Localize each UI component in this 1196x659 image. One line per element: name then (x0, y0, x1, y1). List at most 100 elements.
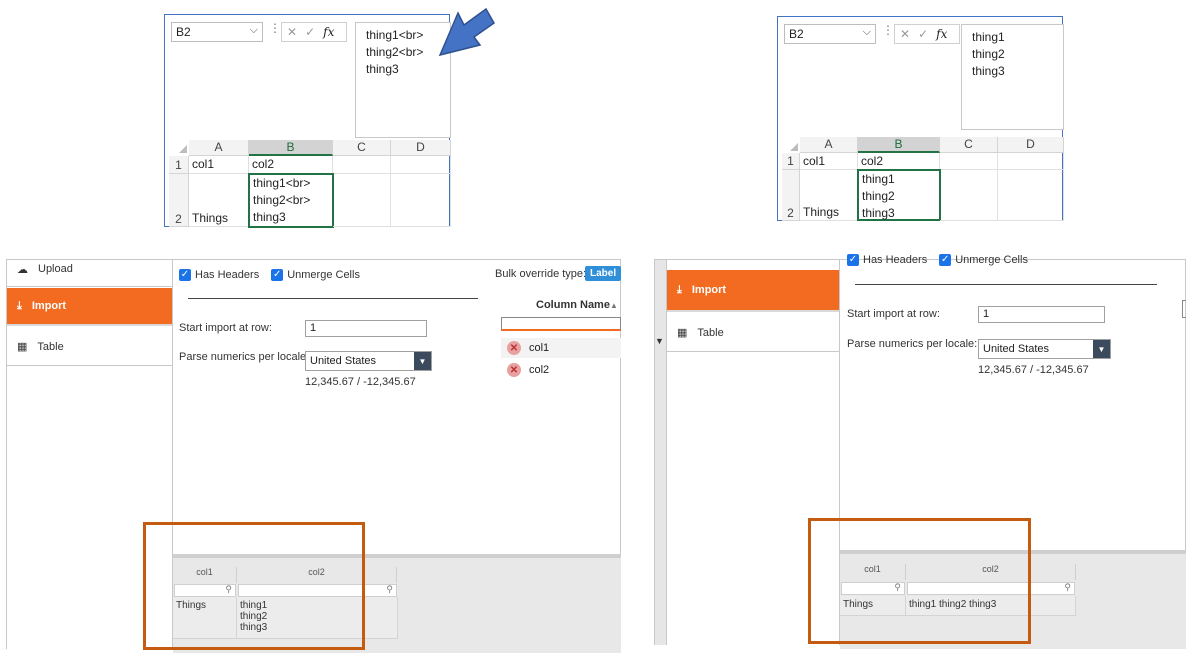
formula-line: thing1<br> (366, 28, 424, 42)
options-row: ✓ Has Headers ✓ Unmerge Cells (847, 254, 1028, 266)
row-header-1[interactable]: 1 (782, 153, 800, 170)
column-header-d[interactable]: D (998, 137, 1064, 153)
column-list-label: col1 (529, 342, 550, 354)
cell-d1[interactable] (998, 153, 1064, 170)
column-list-item[interactable]: ✕ col1 (501, 338, 621, 358)
column-header-b[interactable]: B (858, 137, 940, 153)
chevron-down-icon[interactable]: ▼ (414, 352, 431, 370)
chevron-down-icon[interactable]: ⌵ (250, 24, 258, 37)
import-icon: ⤓ (17, 299, 22, 312)
sidebar-item-upload[interactable]: ☁ Upload (7, 252, 172, 287)
cell-c1[interactable] (940, 153, 998, 170)
check-icon: ✓ (179, 269, 191, 281)
cell-d1[interactable] (391, 156, 451, 174)
cell-c1[interactable] (333, 156, 391, 174)
cell-a1[interactable]: col1 (800, 153, 858, 170)
collapse-arrow-icon[interactable]: ▼ (655, 336, 664, 346)
enter-icon[interactable]: ✓ (918, 27, 928, 41)
column-list-item[interactable]: ✕ col2 (501, 360, 621, 380)
locale-select[interactable]: United States ▼ (978, 339, 1111, 359)
sidebar-item-table[interactable]: ▦ Table (7, 328, 172, 366)
chevron-down-icon[interactable]: ⌵ (863, 26, 871, 39)
enter-icon[interactable]: ✓ (305, 25, 315, 39)
cell-a2[interactable]: Things (800, 170, 858, 221)
select-all-corner[interactable] (179, 145, 187, 153)
sidebar-item-label: Import (31, 300, 67, 312)
has-headers-checkbox[interactable]: ✓ Has Headers (847, 254, 927, 266)
start-row-label: Start import at row: (847, 308, 940, 320)
check-icon: ✓ (271, 269, 284, 281)
start-row-input[interactable]: 1 (978, 306, 1105, 323)
has-headers-label: Has Headers (863, 254, 928, 266)
cell-line: thing2<br> (253, 193, 311, 207)
locale-label: Parse numerics per locale: (179, 351, 310, 363)
unmerge-cells-label: Unmerge Cells (955, 254, 1028, 266)
window-right-edge (1182, 300, 1186, 318)
check-icon: ✓ (939, 254, 952, 266)
formula-line: thing3 (366, 62, 399, 76)
cell-b1[interactable]: col2 (858, 153, 940, 170)
column-header-c[interactable]: C (940, 137, 998, 153)
column-header-d[interactable]: D (391, 140, 451, 156)
sort-up-icon[interactable]: ▲ (610, 301, 618, 310)
cell-line: thing1<br> (253, 176, 311, 190)
formula-buttons: ✕ ✓ fx (281, 22, 347, 42)
right-excel-window: B2 ⌵ ⋮ ✕ ✓ fx thing1 thing2 thing3 A B C… (777, 16, 1064, 221)
cancel-icon[interactable]: ✕ (287, 25, 297, 39)
cell-c2[interactable] (940, 170, 998, 221)
cell-c2[interactable] (333, 174, 391, 227)
sidebar-item-import[interactable]: ⤓ Import (667, 270, 839, 312)
cell-d2[interactable] (998, 170, 1064, 221)
cell-b2[interactable]: thing1 thing2 thing3 (857, 169, 941, 221)
chevron-down-icon[interactable]: ▼ (1093, 340, 1110, 358)
locale-label: Parse numerics per locale: (847, 338, 978, 350)
cell-b2[interactable]: thing1<br> thing2<br> thing3 (248, 173, 334, 228)
column-name-header[interactable]: Column Name▲ (536, 299, 618, 311)
has-headers-checkbox[interactable]: ✓ Has Headers (179, 269, 259, 281)
cell-d2[interactable] (391, 174, 451, 227)
column-header-b[interactable]: B (249, 140, 333, 156)
left-excel-window: B2 ⌵ ⋮ ✕ ✓ fx thing1<br> thing2<br> thin… (164, 14, 451, 228)
select-all-corner[interactable] (790, 143, 798, 151)
locale-example: 12,345.67 / -12,345.67 (305, 376, 416, 388)
window-edge (655, 260, 667, 645)
cell-a1[interactable]: col1 (189, 156, 249, 174)
highlight-box-left (143, 522, 365, 650)
row-header-2[interactable]: 2 (782, 170, 800, 221)
column-filter-input[interactable] (501, 317, 621, 331)
sidebar-item-table[interactable]: ▦ Table (667, 314, 839, 352)
bulk-override-badge[interactable]: Label (585, 266, 622, 281)
remove-icon[interactable]: ✕ (507, 341, 521, 355)
column-header-a[interactable]: A (800, 137, 858, 153)
column-header-c[interactable]: C (333, 140, 391, 156)
locale-select-value: United States (983, 343, 1050, 355)
unmerge-cells-label: Unmerge Cells (287, 269, 360, 281)
import-icon: ⤓ (677, 283, 682, 296)
unmerge-cells-checkbox[interactable]: ✓ Unmerge Cells (271, 269, 360, 281)
name-box[interactable]: B2 ⌵ (171, 22, 263, 42)
cell-a2[interactable]: Things (189, 174, 249, 227)
column-name-header-text: Column Name (536, 299, 610, 311)
formula-line: thing2<br> (366, 45, 424, 59)
sidebar-item-import[interactable]: ⤓ Import (7, 288, 172, 326)
row-header-2[interactable]: 2 (169, 174, 189, 227)
name-box[interactable]: B2 ⌵ (784, 24, 876, 44)
start-row-input[interactable]: 1 (305, 320, 427, 337)
insert-function-icon[interactable]: fx (936, 27, 947, 41)
locale-select-value: United States (310, 355, 377, 367)
cancel-icon[interactable]: ✕ (900, 27, 910, 41)
column-header-a[interactable]: A (189, 140, 249, 156)
remove-icon[interactable]: ✕ (507, 363, 521, 377)
has-headers-label: Has Headers (195, 269, 260, 281)
drag-handle-icon[interactable]: ⋮ (882, 23, 894, 37)
insert-function-icon[interactable]: fx (323, 25, 334, 39)
row-header-1[interactable]: 1 (169, 156, 189, 174)
search-icon: ⚲ (1064, 582, 1071, 592)
cell-line: thing3 (862, 206, 895, 220)
options-row: ✓ Has Headers ✓ Unmerge Cells (179, 269, 360, 281)
locale-select[interactable]: United States ▼ (305, 351, 432, 371)
cell-b1[interactable]: col2 (249, 156, 333, 174)
unmerge-cells-checkbox[interactable]: ✓ Unmerge Cells (939, 254, 1028, 266)
formula-bar[interactable]: thing1 thing2 thing3 (961, 24, 1064, 130)
drag-handle-icon[interactable]: ⋮ (269, 21, 281, 35)
